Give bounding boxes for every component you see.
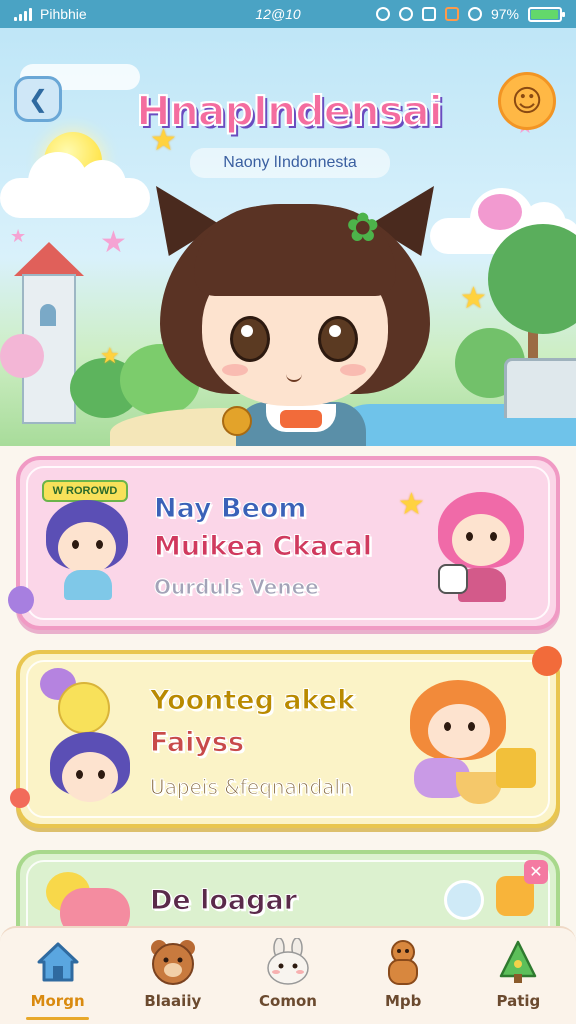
close-button[interactable]: ✕	[524, 860, 548, 884]
back-arrow-icon: ❮	[27, 85, 49, 113]
star-icon: ★	[398, 487, 425, 522]
app-subtitle: Naony lIndonnesta	[190, 148, 390, 178]
tower-roof	[14, 242, 84, 276]
card-caption: Ourduls Venee	[154, 575, 320, 600]
card-title: De loagar	[149, 885, 298, 917]
balloon-illustration	[478, 194, 522, 230]
sim-icon	[421, 7, 436, 21]
wifi-icon	[398, 7, 413, 21]
nav-item-bear[interactable]: Blaaiiy	[115, 928, 230, 1024]
data-icon	[444, 7, 459, 21]
nav-label: Patig	[496, 992, 541, 1010]
nav-label: Mpb	[385, 992, 422, 1010]
nav-item-gingerbread[interactable]: Mpb	[346, 928, 461, 1024]
flower-icon	[532, 646, 562, 676]
signal-icon	[14, 7, 32, 21]
carrier-name: Pihbhie	[40, 6, 87, 22]
mascot-character: ✿	[150, 176, 440, 446]
nav-item-tree[interactable]: Patig	[461, 928, 576, 1024]
smiley-face-icon: ☺	[511, 83, 543, 119]
home-icon	[32, 936, 84, 988]
app-title: HnapIndensai	[135, 86, 443, 136]
nav-label: Morgn	[30, 992, 85, 1010]
alarm-icon	[375, 7, 390, 21]
tower-window	[40, 304, 56, 326]
battery-icon	[528, 6, 565, 22]
star-icon: ★	[10, 226, 27, 247]
smiley-face-icon	[58, 682, 110, 734]
tree-icon	[492, 936, 544, 988]
hero-banner: ★ ★ ★ ★ ★ ★ ❮ ☺ HnapIndensai Naony lIndo…	[0, 28, 576, 446]
nav-item-home[interactable]: Morgn	[0, 928, 115, 1024]
bridge-illustration	[504, 358, 576, 418]
battery-fill	[531, 9, 559, 19]
balloon-icon	[10, 788, 30, 808]
feature-card-2[interactable]: Yoonteg akek Faiyss Uapeis &feqnandaln	[10, 646, 562, 828]
bubble-icon	[444, 880, 484, 920]
feature-card-1[interactable]: W ROROWD ★ Nay Beom Muikea Ckacal Ourdul…	[8, 456, 560, 630]
snack-icon	[222, 406, 252, 436]
card-title: Yoonteg akek	[149, 685, 356, 717]
nav-label: Comon	[259, 992, 317, 1010]
bottom-nav: Morgn Blaaiiy Comon Mpb Patig	[0, 926, 576, 1024]
star-icon: ★	[100, 344, 120, 369]
star-icon: ★	[460, 281, 487, 316]
card-subtitle: Faiyss	[149, 727, 245, 759]
clover-flower-icon: ✿	[346, 205, 380, 251]
character-eye	[230, 316, 270, 362]
mug-icon	[496, 748, 536, 788]
bear-icon	[147, 936, 199, 988]
gingerbread-icon	[377, 936, 429, 988]
card-title: Nay Beom	[154, 493, 308, 525]
bow-icon	[280, 410, 322, 428]
lollipop-illustration	[0, 334, 44, 378]
nav-label: Blaaiiy	[144, 992, 202, 1010]
avatar-pink-hair	[432, 486, 532, 606]
avatar-purple-hair	[42, 500, 132, 600]
nav-item-bunny[interactable]: Comon	[230, 928, 345, 1024]
clock: 12@10	[255, 6, 301, 22]
balloon-icon	[8, 586, 34, 614]
status-bar: Pihbhie 12@10 97%	[0, 0, 576, 28]
character-blush	[222, 364, 248, 376]
cloud	[0, 152, 150, 218]
star-icon: ★	[100, 225, 127, 260]
card-tag: W ROROWD	[42, 480, 128, 502]
back-button[interactable]: ❮	[14, 76, 62, 122]
character-eye	[318, 316, 358, 362]
battery-percent: 97%	[490, 6, 519, 22]
bunny-icon	[262, 936, 314, 988]
card-subtitle: Muikea Ckacal	[154, 531, 373, 563]
character-blush	[340, 364, 366, 376]
bluetooth-icon	[467, 7, 482, 21]
card-caption: Uapeis &feqnandaln	[150, 775, 354, 800]
avatar-purple-hair	[46, 732, 136, 822]
close-icon: ✕	[529, 862, 543, 881]
mascot-button[interactable]: ☺	[498, 72, 556, 130]
